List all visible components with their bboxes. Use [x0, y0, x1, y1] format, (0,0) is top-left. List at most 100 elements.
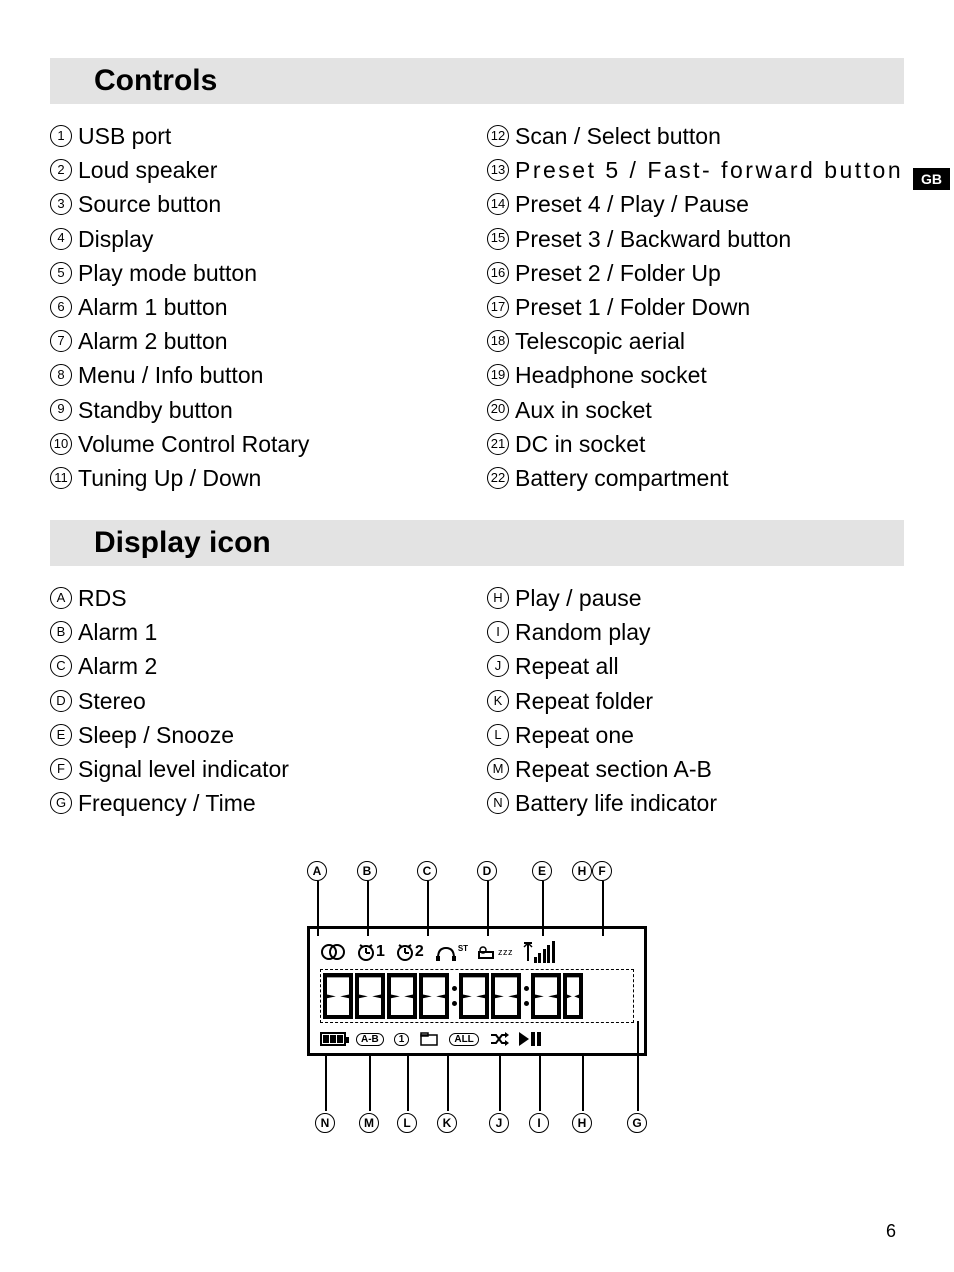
language-tab: GB	[913, 168, 950, 190]
lcd-screen: 1 2 ST z z z A-B 1	[307, 926, 647, 1056]
controls-heading: Controls	[50, 58, 904, 104]
control-item: 10Volume Control Rotary	[50, 428, 467, 460]
control-item: 3Source button	[50, 188, 467, 220]
item-letter: K	[487, 690, 509, 712]
callout-d: D	[477, 861, 497, 881]
icon-item: ESleep / Snooze	[50, 719, 467, 751]
icon-item: MRepeat section A-B	[487, 753, 904, 785]
item-letter: A	[50, 587, 72, 609]
item-number: 19	[487, 364, 509, 386]
rds-icon	[320, 943, 346, 961]
item-number: 18	[487, 330, 509, 352]
item-number: 15	[487, 228, 509, 250]
item-letter: B	[50, 621, 72, 643]
item-number: 14	[487, 193, 509, 215]
control-item: 18Telescopic aerial	[487, 325, 904, 357]
page-number: 6	[886, 1221, 896, 1242]
icon-item: CAlarm 2	[50, 650, 467, 682]
callout-h: H	[572, 861, 592, 881]
item-letter: M	[487, 758, 509, 780]
callout-b: B	[357, 861, 377, 881]
icon-item: ARDS	[50, 582, 467, 614]
control-item: 16Preset 2 / Folder Up	[487, 257, 904, 289]
control-item: 1USB port	[50, 120, 467, 152]
control-item: 13Preset 5 / Fast- forward button	[487, 154, 904, 186]
callout-k: K	[437, 1113, 457, 1133]
display-icon-heading: Display icon	[50, 520, 904, 566]
control-item: 7Alarm 2 button	[50, 325, 467, 357]
callout-f: F	[592, 861, 612, 881]
random-icon	[489, 1031, 509, 1047]
control-item: 17Preset 1 / Folder Down	[487, 291, 904, 323]
item-number: 12	[487, 125, 509, 147]
icon-item: NBattery life indicator	[487, 787, 904, 819]
control-item: 5Play mode button	[50, 257, 467, 289]
item-number: 16	[487, 262, 509, 284]
repeat-folder-icon	[419, 1031, 439, 1047]
repeat-one-icon: 1	[394, 1033, 410, 1046]
control-item: 6Alarm 1 button	[50, 291, 467, 323]
lcd-diagram: A B C D E F 1 2 ST z z z	[50, 861, 904, 1161]
icon-item: DStereo	[50, 685, 467, 717]
item-number: 4	[50, 228, 72, 250]
alarm1-icon: 1	[356, 942, 385, 962]
display-icon-list: ARDS BAlarm 1 CAlarm 2 DStereo ESleep / …	[50, 582, 904, 821]
callout-l: L	[397, 1113, 417, 1133]
control-item: 15Preset 3 / Backward button	[487, 223, 904, 255]
item-letter: D	[50, 690, 72, 712]
controls-list: 1USB port 2Loud speaker 3Source button 4…	[50, 120, 904, 496]
control-item: 20Aux in socket	[487, 394, 904, 426]
item-number: 22	[487, 467, 509, 489]
control-item: 2Loud speaker	[50, 154, 467, 186]
callout-e: E	[532, 861, 552, 881]
control-item: 8Menu / Info button	[50, 359, 467, 391]
item-number: 2	[50, 159, 72, 181]
manual-page: GB 6 Controls 1USB port 2Loud speaker 3S…	[0, 0, 954, 1272]
item-letter: J	[487, 655, 509, 677]
signal-icon	[522, 941, 555, 963]
item-letter: G	[50, 792, 72, 814]
item-number: 1	[50, 125, 72, 147]
item-number: 20	[487, 399, 509, 421]
item-number: 3	[50, 193, 72, 215]
item-number: 10	[50, 433, 72, 455]
item-letter: L	[487, 724, 509, 746]
icon-item: LRepeat one	[487, 719, 904, 751]
icon-item: IRandom play	[487, 616, 904, 648]
item-number: 9	[50, 399, 72, 421]
control-item: 21DC in socket	[487, 428, 904, 460]
control-item: 4Display	[50, 223, 467, 255]
repeat-all-icon: ALL	[449, 1033, 478, 1046]
item-letter: E	[50, 724, 72, 746]
callout-h: H	[572, 1113, 592, 1133]
control-item: 19Headphone socket	[487, 359, 904, 391]
callout-g: G	[627, 1113, 647, 1133]
icon-item: GFrequency / Time	[50, 787, 467, 819]
item-number: 8	[50, 364, 72, 386]
item-number: 5	[50, 262, 72, 284]
control-item: 14Preset 4 / Play / Pause	[487, 188, 904, 220]
item-number: 7	[50, 330, 72, 352]
item-letter: I	[487, 621, 509, 643]
frequency-time-display	[320, 969, 634, 1023]
control-item: 22Battery compartment	[487, 462, 904, 494]
callout-i: I	[529, 1113, 549, 1133]
play-pause-icon	[519, 1032, 541, 1046]
item-number: 6	[50, 296, 72, 318]
control-item: 12Scan / Select button	[487, 120, 904, 152]
callout-c: C	[417, 861, 437, 881]
icon-item: FSignal level indicator	[50, 753, 467, 785]
item-letter: H	[487, 587, 509, 609]
control-item: 9Standby button	[50, 394, 467, 426]
item-letter: F	[50, 758, 72, 780]
sleep-icon: z z z	[478, 944, 512, 960]
icon-item: JRepeat all	[487, 650, 904, 682]
callout-j: J	[489, 1113, 509, 1133]
callout-m: M	[359, 1113, 379, 1133]
icon-item: BAlarm 1	[50, 616, 467, 648]
callout-n: N	[315, 1113, 335, 1133]
stereo-icon: ST	[434, 942, 468, 962]
alarm2-icon: 2	[395, 942, 424, 962]
item-number: 21	[487, 433, 509, 455]
icon-item: HPlay / pause	[487, 582, 904, 614]
